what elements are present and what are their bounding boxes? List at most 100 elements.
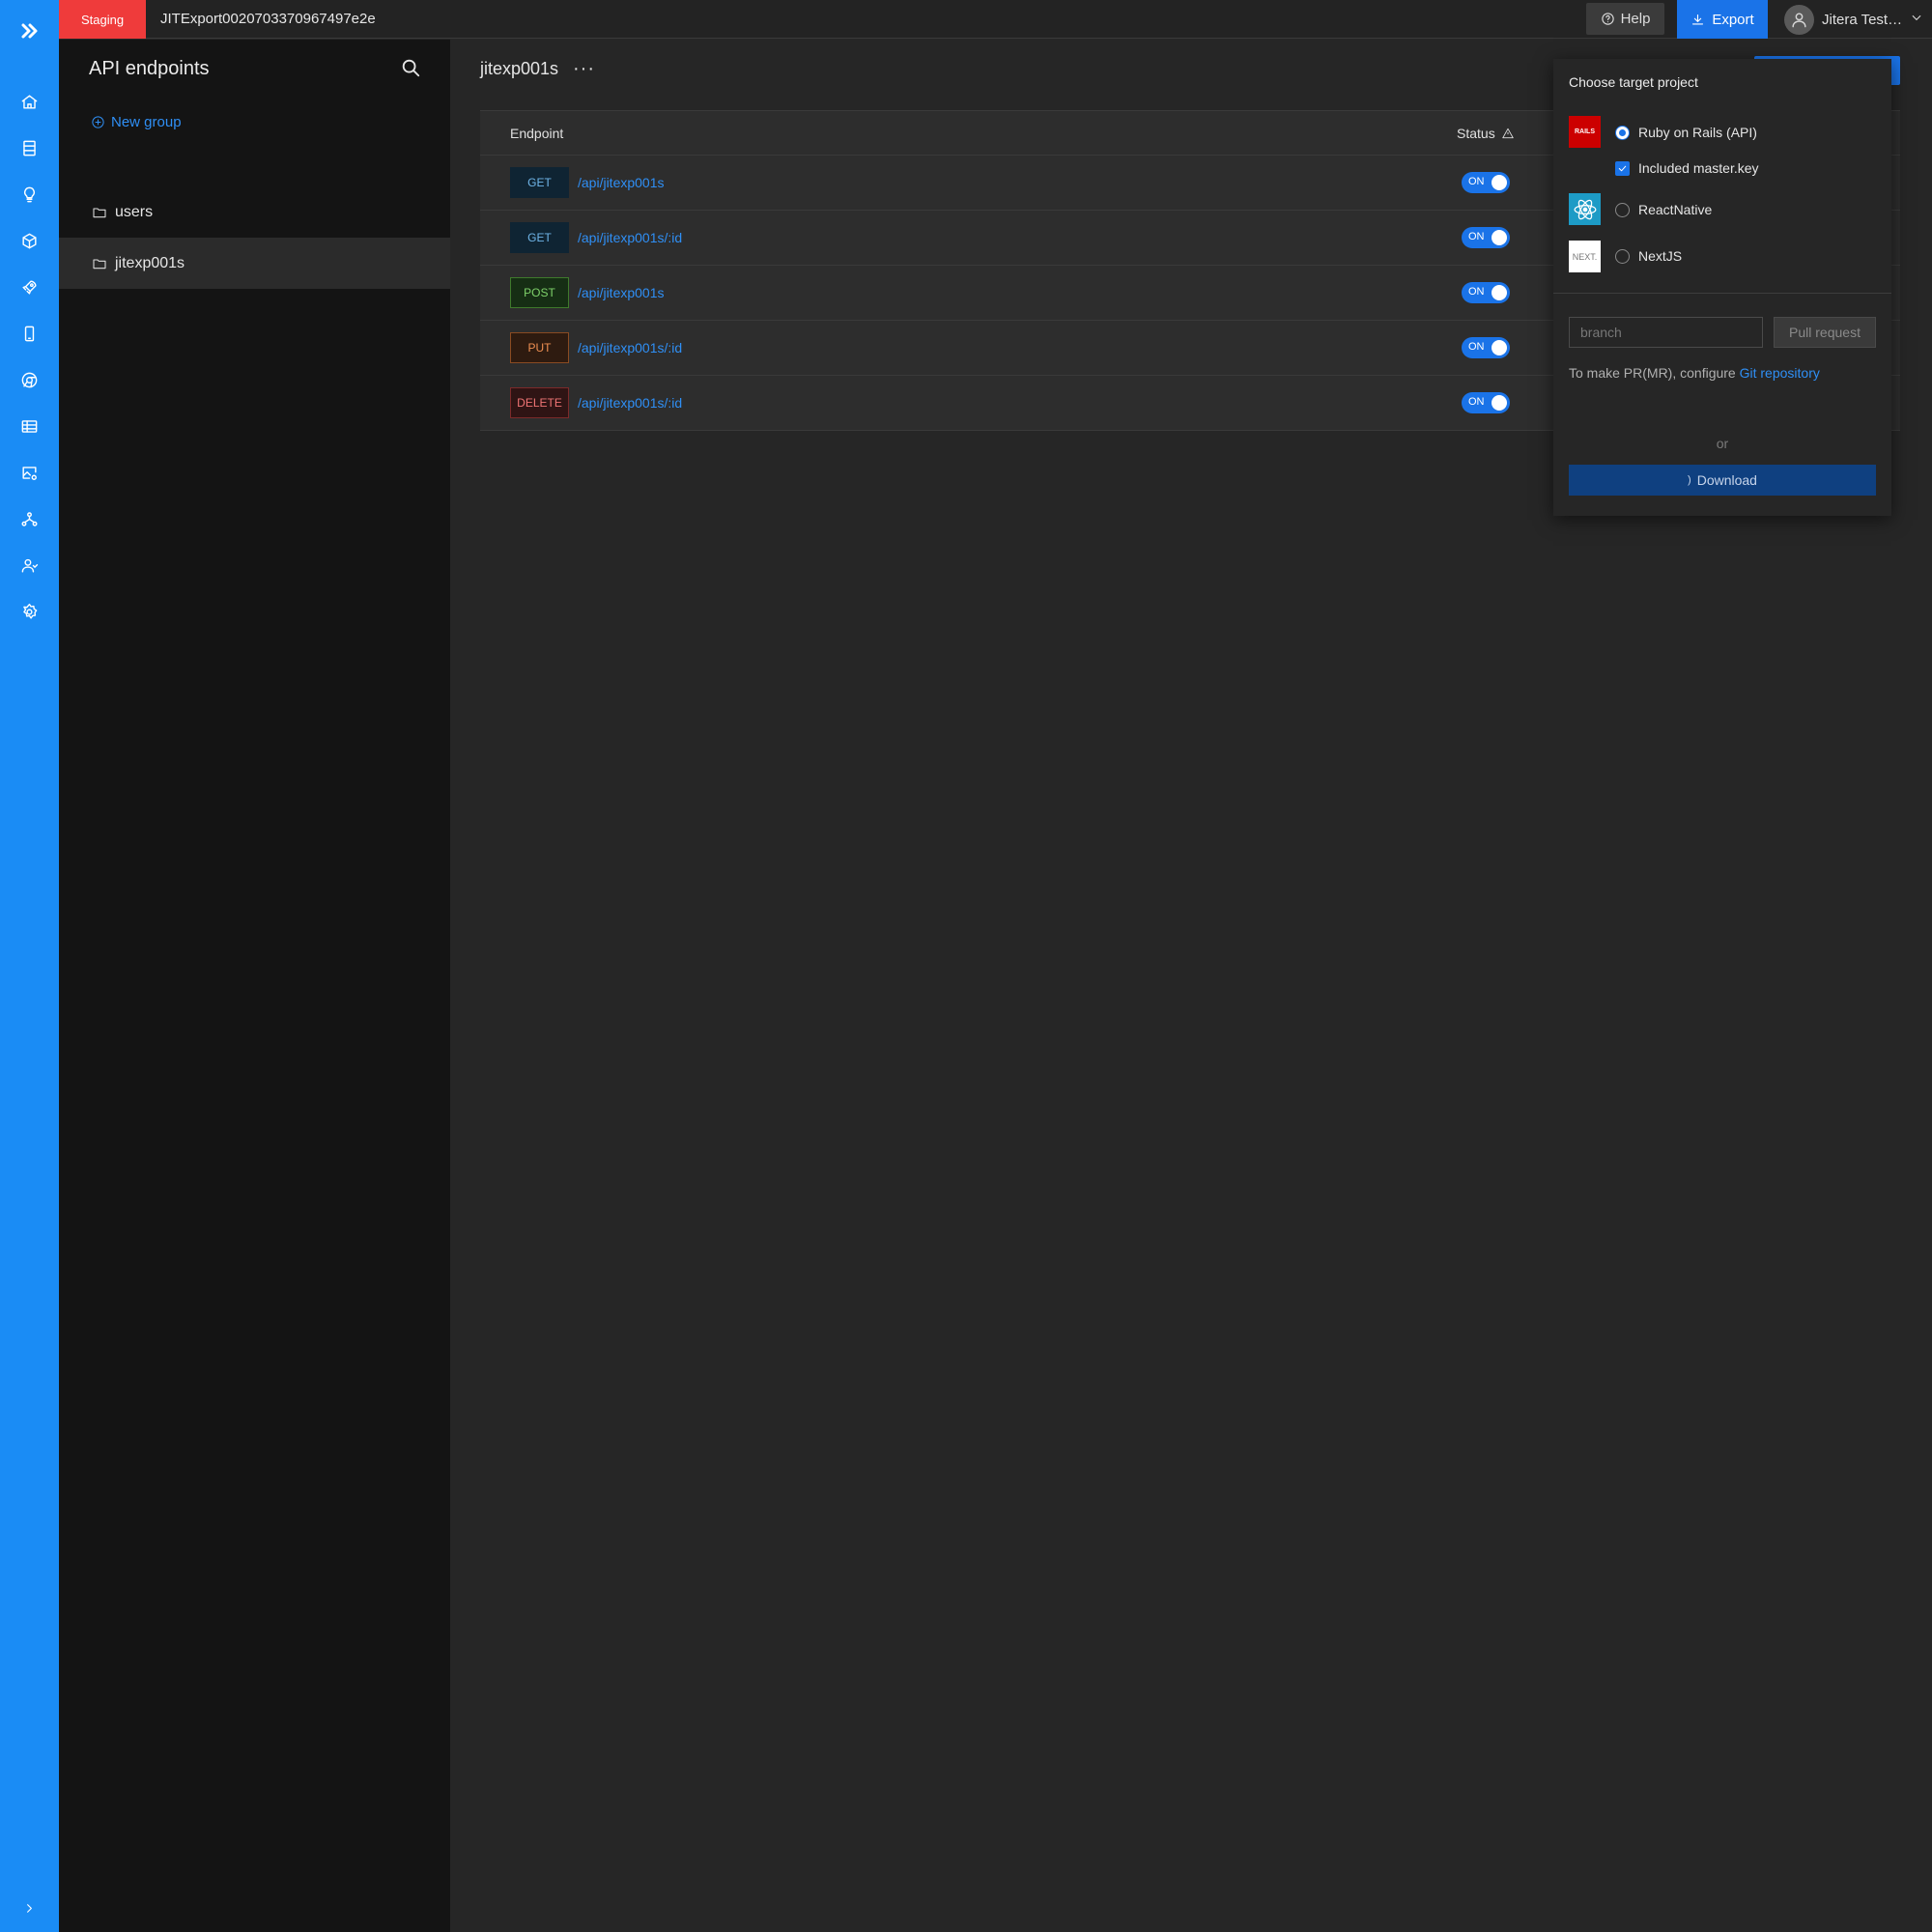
rails-logo: RAILS	[1569, 116, 1601, 148]
status-toggle[interactable]: ON	[1462, 337, 1510, 358]
new-group-button[interactable]: New group	[91, 114, 182, 130]
image-settings-icon[interactable]	[0, 456, 59, 489]
group-label: jitexp001s	[115, 254, 185, 271]
status-header-label: Status	[1457, 126, 1495, 141]
environment-badge[interactable]: Staging	[59, 0, 146, 39]
chevron-down-icon	[1910, 11, 1923, 28]
toggle-label: ON	[1468, 396, 1485, 408]
lightbulb-icon[interactable]	[0, 178, 59, 211]
folder-icon	[93, 207, 106, 217]
pr-note-text: To make PR(MR), configure	[1569, 365, 1736, 381]
help-circle-icon	[1601, 13, 1614, 25]
users-icon[interactable]	[0, 549, 59, 582]
cube-icon[interactable]	[0, 224, 59, 257]
method-badge: POST	[510, 277, 569, 308]
toggle-knob	[1492, 285, 1507, 300]
react-logo-icon	[1569, 193, 1601, 225]
user-name: Jitera Test…	[1822, 11, 1903, 28]
home-icon[interactable]	[0, 85, 59, 118]
column-header-status: Status	[1457, 126, 1515, 141]
status-toggle[interactable]: ON	[1462, 172, 1510, 193]
mobile-icon[interactable]	[0, 317, 59, 350]
toggle-label: ON	[1468, 231, 1485, 242]
endpoint-path-link[interactable]: /api/jitexp001s/:id	[578, 230, 682, 245]
endpoint-path-link[interactable]: /api/jitexp001s/:id	[578, 340, 682, 355]
master-key-option[interactable]: Included master.key	[1615, 160, 1759, 176]
method-badge: GET	[510, 222, 569, 253]
git-repository-link[interactable]: Git repository	[1740, 365, 1820, 381]
method-badge: DELETE	[510, 387, 569, 418]
loading-spinner-icon: )	[1688, 474, 1691, 486]
download-icon	[1692, 14, 1704, 24]
column-header-endpoint: Endpoint	[510, 126, 564, 141]
more-options-icon[interactable]: ···	[573, 58, 595, 80]
sidebar-title: API endpoints	[89, 58, 210, 79]
pull-request-button[interactable]: Pull request	[1774, 317, 1876, 348]
status-toggle[interactable]: ON	[1462, 227, 1510, 248]
page-title: jitexp001s	[480, 59, 559, 78]
toggle-knob	[1492, 340, 1507, 355]
expand-rail-icon[interactable]	[0, 1891, 59, 1924]
download-label: Download	[1696, 472, 1757, 488]
new-group-label: New group	[111, 114, 182, 130]
endpoint-path-link[interactable]: /api/jitexp001s/:id	[578, 395, 682, 411]
target-label: ReactNative	[1638, 202, 1713, 217]
endpoint-path-link[interactable]: /api/jitexp001s	[578, 285, 665, 300]
chrome-icon[interactable]	[0, 363, 59, 396]
sidebar-item-users[interactable]: users	[59, 186, 450, 238]
warning-icon[interactable]	[1501, 127, 1515, 140]
project-name: JITExport0020703370967497e2e	[160, 11, 376, 27]
master-key-label: Included master.key	[1638, 160, 1759, 176]
export-button[interactable]: Export	[1677, 0, 1768, 39]
plus-circle-icon	[92, 116, 104, 128]
divider	[1553, 293, 1891, 294]
target-label: NextJS	[1638, 248, 1683, 264]
network-icon[interactable]	[0, 502, 59, 535]
user-icon	[1792, 12, 1806, 27]
branch-input[interactable]	[1569, 317, 1763, 348]
status-toggle[interactable]: ON	[1462, 282, 1510, 303]
help-button[interactable]: Help	[1586, 3, 1664, 35]
pr-note: To make PR(MR), configure Git repository	[1569, 365, 1820, 381]
toggle-knob	[1492, 230, 1507, 245]
toggle-label: ON	[1468, 286, 1485, 298]
export-popup: Choose target project RAILS Ruby on Rail…	[1553, 59, 1891, 516]
sidebar-item-jitexp001s[interactable]: jitexp001s	[59, 238, 450, 289]
rocket-icon[interactable]	[0, 270, 59, 303]
method-badge: PUT	[510, 332, 569, 363]
target-option-nextjs[interactable]: NextJS	[1615, 248, 1682, 264]
export-label: Export	[1712, 11, 1754, 28]
search-icon[interactable]	[400, 57, 423, 80]
radio-nextjs[interactable]	[1615, 248, 1630, 264]
top-bar: Staging JITExport0020703370967497e2e Hel…	[59, 0, 1932, 39]
nextjs-logo: NEXT.	[1569, 241, 1601, 272]
folder-icon	[93, 258, 106, 269]
group-label: users	[115, 203, 154, 220]
target-label: Ruby on Rails (API)	[1638, 125, 1757, 140]
user-menu[interactable]: Jitera Test…	[1784, 0, 1923, 39]
jitera-logo-icon[interactable]	[0, 12, 59, 50]
checkmark-icon	[1618, 165, 1627, 171]
toggle-knob	[1492, 395, 1507, 411]
or-separator: or	[1716, 436, 1729, 451]
method-badge: GET	[510, 167, 569, 198]
radio-rails[interactable]	[1615, 125, 1630, 140]
api-sidebar: API endpoints New group users jitexp001s	[59, 40, 450, 1932]
target-option-rails[interactable]: Ruby on Rails (API)	[1615, 125, 1757, 140]
left-rail	[0, 0, 59, 1932]
help-label: Help	[1620, 11, 1651, 27]
radio-reactnative[interactable]	[1615, 202, 1630, 217]
avatar	[1784, 4, 1814, 35]
status-toggle[interactable]: ON	[1462, 392, 1510, 413]
target-option-reactnative[interactable]: ReactNative	[1615, 202, 1712, 217]
download-button[interactable]: ) Download	[1569, 465, 1876, 496]
toggle-label: ON	[1468, 341, 1485, 353]
popup-title: Choose target project	[1569, 74, 1698, 90]
database-icon[interactable]	[0, 131, 59, 164]
toggle-knob	[1492, 175, 1507, 190]
gear-icon[interactable]	[0, 595, 59, 628]
table-icon[interactable]	[0, 410, 59, 442]
toggle-label: ON	[1468, 176, 1485, 187]
endpoint-path-link[interactable]: /api/jitexp001s	[578, 175, 665, 190]
master-key-checkbox[interactable]	[1615, 160, 1630, 176]
